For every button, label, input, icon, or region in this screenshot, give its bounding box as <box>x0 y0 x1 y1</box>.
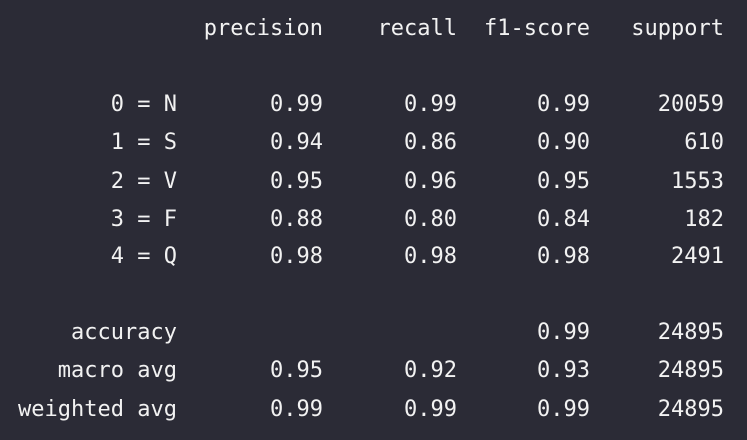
precision-value: 0.88 <box>270 207 323 232</box>
summary-label: macro avg <box>57 358 177 383</box>
precision-value: 0.98 <box>270 244 323 269</box>
support-value: 182 <box>684 207 724 232</box>
recall-header: recall <box>377 16 457 41</box>
class-label: 0 = N <box>110 92 177 117</box>
header-row: precision recall f1-score support <box>0 14 747 44</box>
f1-score-value: 0.99 <box>537 92 590 117</box>
f1-score-header: f1-score <box>484 16 590 41</box>
support-value: 2491 <box>671 244 724 269</box>
f1-score-value: 0.93 <box>537 358 590 383</box>
recall-value: 0.99 <box>404 92 457 117</box>
precision-value: 0.95 <box>270 169 323 194</box>
precision-value: 0.99 <box>270 397 323 422</box>
support-value: 610 <box>684 130 724 155</box>
f1-score-value: 0.84 <box>537 207 590 232</box>
precision-value: 0.94 <box>270 130 323 155</box>
f1-score-value: 0.95 <box>537 169 590 194</box>
recall-value: 0.96 <box>404 169 457 194</box>
recall-value: 0.86 <box>404 130 457 155</box>
support-value: 20059 <box>657 92 724 117</box>
recall-value: 0.98 <box>404 244 457 269</box>
classification-report: precision recall f1-score support 0 = N … <box>0 0 747 440</box>
summary-label: accuracy <box>71 320 177 345</box>
accuracy-row: accuracy 0.99 24895 <box>0 318 747 348</box>
f1-score-value: 0.99 <box>537 320 590 345</box>
class-label: 1 = S <box>110 130 177 155</box>
support-header: support <box>631 16 724 41</box>
recall-value: 0.99 <box>404 397 457 422</box>
f1-score-value: 0.99 <box>537 397 590 422</box>
class-label: 4 = Q <box>110 244 177 269</box>
class-label: 2 = V <box>110 169 177 194</box>
summary-label: weighted avg <box>18 397 177 422</box>
precision-value: 0.99 <box>270 92 323 117</box>
class-row-4: 4 = Q 0.98 0.98 0.98 2491 <box>0 242 747 272</box>
class-row-1: 1 = S 0.94 0.86 0.90 610 <box>0 128 747 158</box>
precision-header: precision <box>203 16 323 41</box>
f1-score-value: 0.98 <box>537 244 590 269</box>
recall-value: 0.80 <box>404 207 457 232</box>
class-label: 3 = F <box>110 207 177 232</box>
precision-value: 0.95 <box>270 358 323 383</box>
macro-avg-row: macro avg 0.95 0.92 0.93 24895 <box>0 356 747 386</box>
class-row-2: 2 = V 0.95 0.96 0.95 1553 <box>0 167 747 197</box>
class-row-0: 0 = N 0.99 0.99 0.99 20059 <box>0 90 747 120</box>
class-row-3: 3 = F 0.88 0.80 0.84 182 <box>0 205 747 235</box>
support-value: 24895 <box>657 397 724 422</box>
recall-value: 0.92 <box>404 358 457 383</box>
f1-score-value: 0.90 <box>537 130 590 155</box>
support-value: 24895 <box>657 358 724 383</box>
support-value: 24895 <box>657 320 724 345</box>
weighted-avg-row: weighted avg 0.99 0.99 0.99 24895 <box>0 395 747 425</box>
support-value: 1553 <box>671 169 724 194</box>
